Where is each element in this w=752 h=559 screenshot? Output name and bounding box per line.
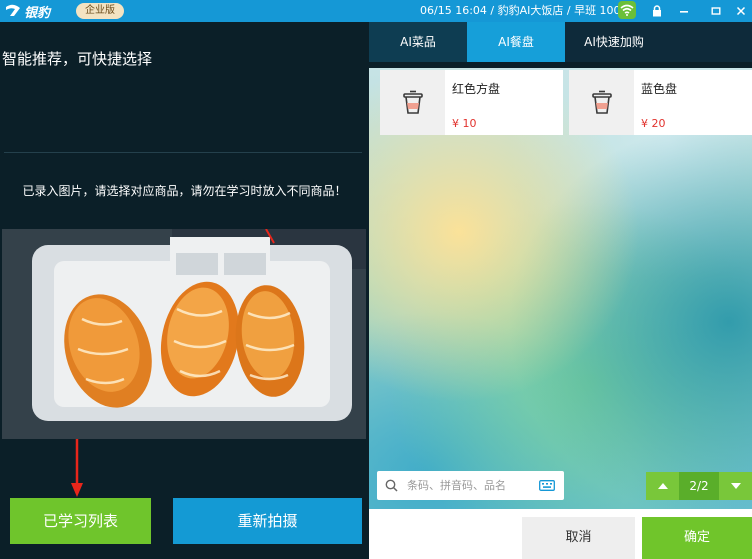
product-panel: AI菜品 AI餐盘 AI快速加购 红色方盘 ¥ 10 蓝色盘 ¥ 20 条码、拼…: [369, 22, 752, 559]
cup-icon: [569, 70, 634, 135]
search-icon: [385, 479, 398, 492]
close-icon[interactable]: [730, 0, 752, 22]
page-indicator: 2/2: [679, 472, 719, 500]
learning-panel: 智能推荐，可快捷选择 已录入图片，请选择对应商品，请勿在学习时放入不同商品！ 托…: [0, 22, 369, 559]
wifi-icon[interactable]: [618, 1, 636, 19]
panel-title: 智能推荐，可快捷选择: [2, 50, 153, 68]
logo-text: 银豹: [24, 5, 51, 21]
triangle-down-icon: [730, 483, 741, 489]
minimize-icon[interactable]: [673, 0, 695, 22]
product-price: ¥ 10: [452, 117, 477, 130]
product-card[interactable]: 蓝色盘 ¥ 20: [569, 70, 752, 135]
tab-ai-quick-add[interactable]: AI快速加购: [565, 22, 663, 62]
cancel-button[interactable]: 取消: [522, 517, 635, 559]
instruction-text: 已录入图片，请选择对应商品，请勿在学习时放入不同商品！: [22, 184, 347, 198]
edition-badge: 企业版: [76, 3, 124, 19]
retake-button[interactable]: 重新拍摄: [173, 498, 362, 544]
search-input[interactable]: [407, 476, 531, 495]
title-bar: 银豹 企业版 06/15 16:04 / 豹豹AI大饭店 / 早班 1001: [0, 0, 752, 22]
tab-ai-trays[interactable]: AI餐盘: [467, 22, 565, 62]
store-info: 06/15 16:04 / 豹豹AI大饭店 / 早班 1001: [420, 4, 628, 17]
logo-icon: [6, 4, 20, 16]
product-card[interactable]: 红色方盘 ¥ 10: [380, 70, 563, 135]
page-down-button[interactable]: [719, 472, 752, 500]
product-price: ¥ 20: [641, 117, 666, 130]
keyboard-icon[interactable]: [539, 480, 555, 491]
search-box: [377, 471, 564, 500]
product-name: 红色方盘: [452, 82, 501, 96]
learned-list-button[interactable]: 已学习列表: [10, 498, 151, 544]
app-logo: 银豹: [4, 2, 51, 21]
product-name: 蓝色盘: [641, 82, 678, 96]
divider: [4, 152, 362, 153]
tab-underline-strip: [369, 62, 752, 68]
cup-icon: [380, 70, 445, 135]
pointer-arrow-icon: [71, 439, 83, 497]
maximize-icon[interactable]: [705, 0, 727, 22]
captured-photo: 托 盘: [2, 229, 366, 439]
page-up-button[interactable]: [646, 472, 679, 500]
confirm-button[interactable]: 确定: [642, 517, 752, 559]
tab-ai-dishes[interactable]: AI菜品: [369, 22, 467, 62]
lock-icon[interactable]: [646, 0, 668, 22]
tab-bar: AI菜品 AI餐盘 AI快速加购: [369, 22, 752, 62]
triangle-up-icon: [657, 483, 668, 489]
